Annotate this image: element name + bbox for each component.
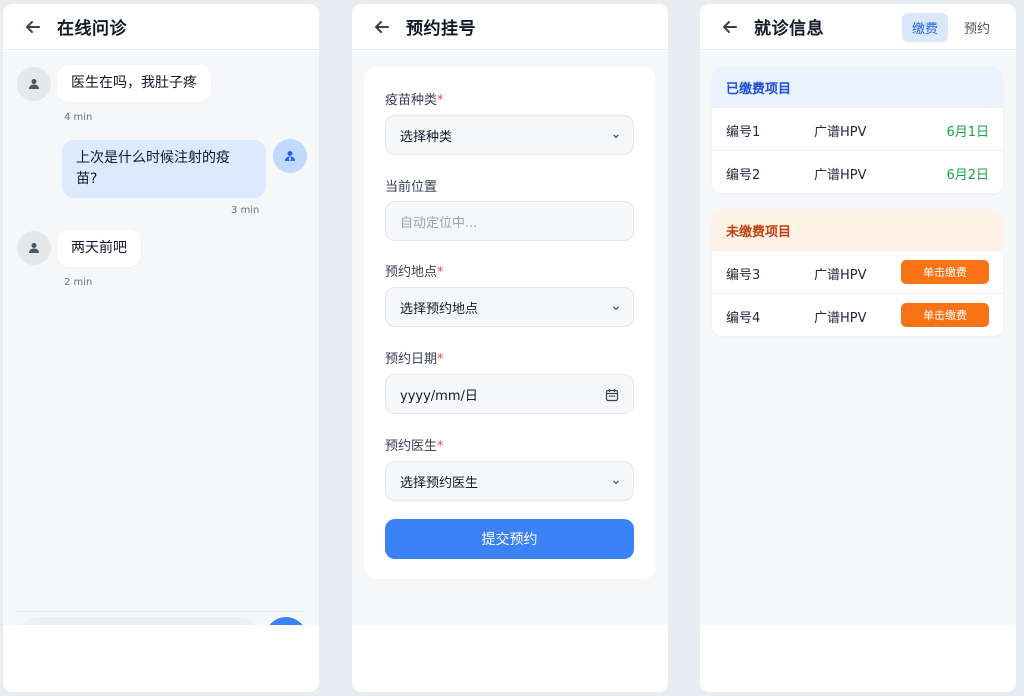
message-time: 3 min	[231, 205, 260, 216]
place-label: 预约地点*	[385, 265, 444, 280]
submit-button[interactable]: 提交预约	[385, 519, 634, 559]
back-arrow-icon[interactable]	[23, 17, 43, 37]
doctor-label: 预约医生*	[385, 439, 444, 454]
panel-footer	[3, 625, 319, 692]
visit-info-header: 就诊信息 缴费 预约	[700, 4, 1016, 50]
place-select-value: 选择预约地点	[400, 301, 479, 317]
message-bubble: 医生在吗，我肚子疼	[57, 65, 211, 102]
item-id: 编号3	[726, 268, 761, 283]
table-row: 编号4 广谱HPV 单击缴费	[712, 293, 1003, 336]
visit-info-panel: 就诊信息 缴费 预约 已缴费项目 编号1 广谱HPV 6月1日 编号2 广谱HP…	[700, 4, 1016, 692]
message-bubble: 上次是什么时候注射的疫 苗?	[62, 140, 266, 198]
tab-bar: 缴费 预约	[901, 13, 1000, 42]
message-time: 4 min	[64, 112, 93, 123]
doctor-select[interactable]: 选择预约医生	[385, 461, 634, 501]
panel-footer	[352, 625, 668, 692]
form-area: 疫苗种类* 选择种类 当前位置 自动定位中... 预约地点* 选择预约地点 预约…	[352, 51, 668, 625]
date-label: 预约日期*	[385, 352, 444, 367]
user-avatar	[17, 67, 51, 101]
item-name: 广谱HPV	[814, 168, 867, 183]
vaccine-select[interactable]: 选择种类	[385, 115, 634, 155]
visit-info-area: 已缴费项目 编号1 广谱HPV 6月1日 编号2 广谱HPV 6月2日 未缴费项…	[700, 51, 1016, 625]
unpaid-items-card: 未缴费项目 编号3 广谱HPV 单击缴费 编号4 广谱HPV 单击缴费	[712, 210, 1003, 336]
location-field[interactable]: 自动定位中...	[385, 201, 634, 241]
appointment-form: 疫苗种类* 选择种类 当前位置 自动定位中... 预约地点* 选择预约地点 预约…	[364, 67, 655, 579]
page-title: 在线问诊	[57, 19, 127, 39]
chat-header: 在线问诊	[3, 4, 319, 50]
doctor-select-value: 选择预约医生	[400, 475, 479, 491]
paid-heading: 已缴费项目	[712, 67, 1003, 107]
paid-items-card: 已缴费项目 编号1 广谱HPV 6月1日 编号2 广谱HPV 6月2日	[712, 67, 1003, 193]
chat-area: 医生在吗，我肚子疼 4 min 上次是什么时候注射的疫 苗? 3 min 两天前…	[3, 51, 319, 659]
item-id: 编号2	[726, 168, 761, 183]
item-id: 编号1	[726, 125, 761, 140]
doctor-icon	[285, 151, 295, 161]
chevron-down-icon	[613, 306, 619, 311]
pay-button[interactable]: 单击缴费	[901, 303, 989, 327]
table-row: 编号3 广谱HPV 单击缴费	[712, 250, 1003, 293]
table-row: 编号1 广谱HPV 6月1日	[712, 107, 1003, 150]
unpaid-heading: 未缴费项目	[712, 210, 1003, 250]
back-arrow-icon[interactable]	[720, 17, 740, 37]
message-time: 2 min	[64, 277, 93, 288]
page-title: 就诊信息	[754, 19, 824, 39]
appointment-panel: 预约挂号 疫苗种类* 选择种类 当前位置 自动定位中... 预约地点* 选择预约…	[352, 4, 668, 692]
location-label: 当前位置	[385, 180, 438, 195]
date-input[interactable]: yyyy/mm/日	[385, 374, 634, 414]
chevron-down-icon	[613, 134, 619, 139]
page-title: 预约挂号	[406, 19, 476, 39]
item-name: 广谱HPV	[814, 125, 867, 140]
tab-payment[interactable]: 缴费	[901, 13, 948, 42]
message-line: 上次是什么时候注射的疫	[76, 150, 230, 166]
chat-panel: 在线问诊 医生在吗，我肚子疼 4 min 上次是什么时候注射的疫 苗? 3 mi…	[3, 4, 319, 692]
table-row: 编号2 广谱HPV 6月2日	[712, 150, 1003, 193]
chevron-down-icon	[613, 480, 619, 485]
item-id: 编号4	[726, 311, 761, 326]
panel-footer	[700, 625, 1016, 692]
user-icon	[29, 243, 39, 253]
calendar-icon[interactable]	[605, 388, 619, 402]
message-bubble: 两天前吧	[57, 230, 141, 267]
user-icon	[29, 79, 39, 89]
place-select[interactable]: 选择预约地点	[385, 287, 634, 327]
doctor-avatar	[273, 139, 307, 173]
location-placeholder: 自动定位中...	[400, 215, 478, 231]
item-name: 广谱HPV	[814, 268, 867, 283]
item-date: 6月1日	[946, 125, 989, 140]
vaccine-label: 疫苗种类*	[385, 93, 444, 108]
item-name: 广谱HPV	[814, 311, 867, 326]
item-date: 6月2日	[946, 168, 989, 183]
user-avatar	[17, 231, 51, 265]
date-value: yyyy/mm/日	[400, 388, 478, 404]
divider	[17, 611, 305, 612]
vaccine-select-value: 选择种类	[400, 129, 453, 145]
back-arrow-icon[interactable]	[372, 17, 392, 37]
appointment-header: 预约挂号	[352, 4, 668, 50]
tab-appointment[interactable]: 预约	[954, 13, 1000, 42]
pay-button[interactable]: 单击缴费	[901, 260, 989, 284]
message-line: 苗?	[76, 171, 98, 187]
